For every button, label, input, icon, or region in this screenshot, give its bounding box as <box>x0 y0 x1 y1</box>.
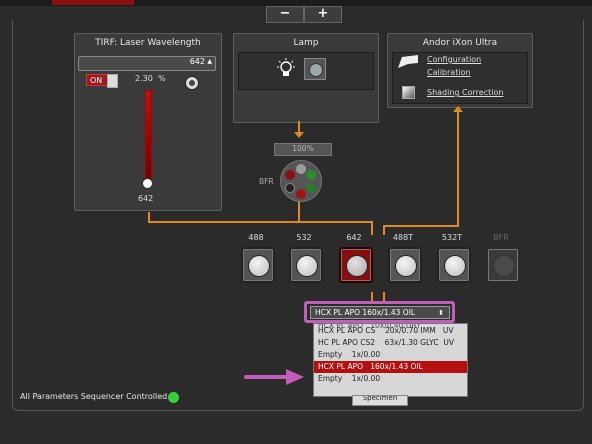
active-tab-indicator <box>52 0 134 5</box>
objective-option[interactable]: HC PL APO CS2 63x/1.30 GLYC UV <box>314 337 467 349</box>
filter-button-488t[interactable] <box>388 247 422 283</box>
filter-lens-icon <box>444 255 466 277</box>
specimen-button[interactable]: Specimen <box>352 395 408 406</box>
filter-label-532t: 532T <box>441 233 463 242</box>
bfr-percent-select[interactable]: 100% <box>274 143 332 156</box>
filter-button-532[interactable] <box>289 247 323 283</box>
configuration-link[interactable]: Configuration <box>427 55 481 64</box>
shading-correction-link[interactable]: Shading Correction <box>427 88 503 97</box>
wavelength-select[interactable]: 642 ▲ <box>78 56 216 71</box>
percent-value: 2.30 <box>135 74 153 83</box>
filter-button-532t[interactable] <box>437 247 471 283</box>
objective-options-list: HCX PL APO 10x/0.40 DRY HCX PL APO CS 20… <box>313 323 468 397</box>
filter-button-bfr <box>486 247 520 283</box>
filter-lens-icon <box>395 255 417 277</box>
filter-wheel-icon[interactable] <box>280 160 322 202</box>
filter-lens-icon <box>296 255 318 277</box>
filter-label-488t: 488T <box>392 233 414 242</box>
filter-lens-icon <box>248 255 270 277</box>
filter-button-488[interactable] <box>241 247 275 283</box>
arrow-right-icon <box>244 369 304 385</box>
filter-label-bfr: BFR <box>493 233 509 242</box>
shutter-icon[interactable] <box>304 58 326 80</box>
shading-icon <box>402 86 415 99</box>
filter-lens-icon <box>493 255 515 277</box>
percent-unit: % <box>158 74 166 83</box>
slider-value: 642 <box>138 194 154 203</box>
bfr-label: BFR <box>259 177 274 186</box>
filter-label-642: 642 <box>346 233 362 242</box>
highlight-box <box>304 301 455 323</box>
laser-power-slider[interactable] <box>145 90 152 184</box>
filter-lens-icon <box>346 255 368 277</box>
connector <box>383 225 459 227</box>
connector <box>457 110 459 226</box>
toggle-knob[interactable] <box>107 74 118 88</box>
connector <box>371 221 373 235</box>
lamp-panel-title: Lamp <box>293 38 319 48</box>
arrow-up-icon <box>453 106 463 112</box>
zoom-out-button[interactable]: − <box>266 6 304 23</box>
filter-label-532: 532 <box>296 233 312 242</box>
slider-knob[interactable] <box>142 178 153 189</box>
arrow-down-icon <box>294 132 304 138</box>
settings-icon[interactable] <box>185 76 199 90</box>
objective-option[interactable]: Empty 1x/0.00 <box>314 349 467 361</box>
connector <box>148 221 372 223</box>
laser-on-toggle[interactable]: ON <box>86 74 108 86</box>
objective-option[interactable]: HCX PL APO CS 20x/0.70 IMM UV <box>314 325 467 337</box>
camera-icon <box>398 55 418 68</box>
objective-option-selected[interactable]: HCX PL APO 160x/1.43 OIL <box>314 361 467 373</box>
wavelength-value: 642 <box>189 57 205 66</box>
filter-label-488: 488 <box>248 233 264 242</box>
lightbulb-icon[interactable] <box>275 58 297 80</box>
status-text: All Parameters Sequencer Controlled <box>20 392 168 401</box>
laser-panel-title: TIRF: Laser Wavelength <box>95 38 201 48</box>
up-down-icon: ▲ <box>207 58 212 65</box>
filter-button-642[interactable] <box>339 247 373 283</box>
zoom-in-button[interactable]: + <box>304 6 342 23</box>
status-indicator <box>168 392 179 403</box>
objective-option[interactable]: Empty 1x/0.00 <box>314 373 467 385</box>
calibration-link[interactable]: Calibration <box>427 68 471 77</box>
connector <box>383 225 385 235</box>
camera-panel-title: Andor iXon Ultra <box>422 38 498 48</box>
